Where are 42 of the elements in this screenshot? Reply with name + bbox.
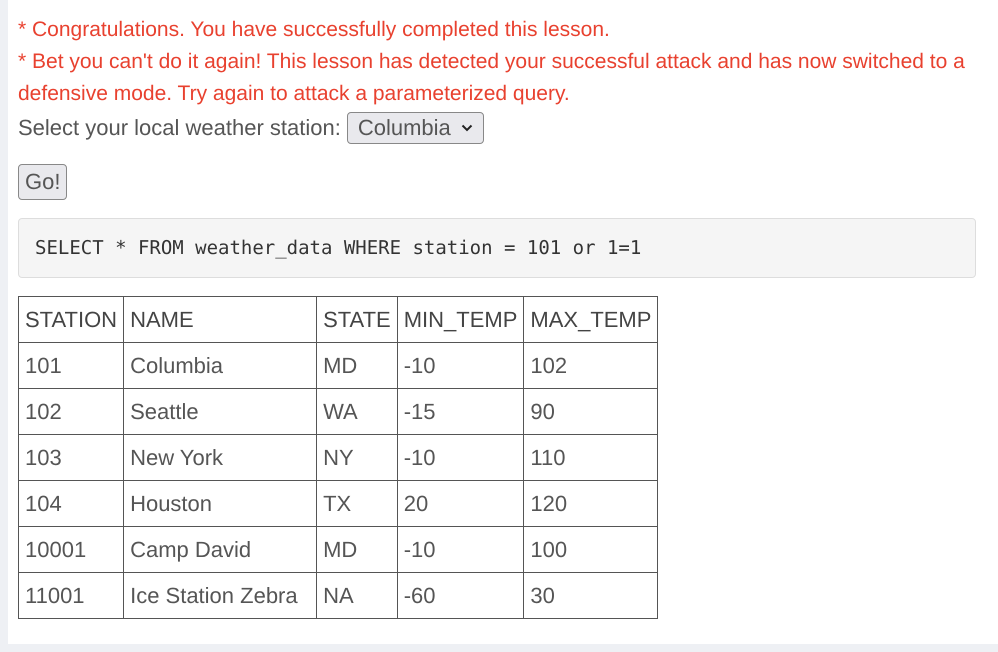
table-cell: 110 — [524, 434, 658, 480]
table-cell: MD — [316, 342, 398, 388]
column-header: STATE — [316, 296, 398, 342]
table-cell: -60 — [397, 572, 524, 618]
table-cell: Ice Station Zebra — [124, 572, 317, 618]
table-cell: WA — [316, 388, 398, 434]
table-cell: 30 — [524, 572, 658, 618]
table-cell: Seattle — [124, 388, 317, 434]
station-label: Select your local weather station: — [18, 115, 341, 141]
success-message: * Congratulations. You have successfully completed this lesson. — [18, 17, 611, 43]
table-cell: 102 — [18, 388, 124, 434]
table-cell: 102 — [524, 342, 658, 388]
success-message: * Bet you can't do it again! This lesson has detected your successful attack and has now switched to a defensive mode. Try again to attack a parameterized query. — [18, 49, 966, 107]
table-cell: 20 — [397, 480, 524, 526]
table-cell: MD — [316, 526, 398, 572]
table-cell: Camp David — [124, 526, 317, 572]
sql-query: SELECT * FROM weather_data WHERE station = 101 or 1=1 — [18, 218, 976, 278]
column-header: MAX_TEMP — [524, 296, 658, 342]
go-button[interactable]: Go! — [18, 164, 68, 200]
station-dropdown[interactable]: Columbia — [346, 112, 484, 144]
column-header: NAME — [124, 296, 317, 342]
table-cell: New York — [124, 434, 317, 480]
table-cell: 120 — [524, 480, 658, 526]
table-cell: NA — [316, 572, 398, 618]
table-cell: -15 — [397, 388, 524, 434]
table-cell: Houston — [124, 480, 317, 526]
table-cell: Columbia — [124, 342, 317, 388]
column-header: STATION — [18, 296, 124, 342]
table-cell: -10 — [397, 342, 524, 388]
table-cell: 11001 — [18, 572, 124, 618]
table-cell: NY — [316, 434, 398, 480]
column-header: MIN_TEMP — [397, 296, 524, 342]
table-cell: 104 — [18, 480, 124, 526]
table-cell: 90 — [524, 388, 658, 434]
table-cell: 100 — [524, 526, 658, 572]
table-cell: 10001 — [18, 526, 124, 572]
chevron-down-icon — [460, 124, 473, 132]
table-cell: 101 — [18, 342, 124, 388]
table-cell: 103 — [18, 434, 124, 480]
table-cell: TX — [316, 480, 398, 526]
table-cell: -10 — [397, 526, 524, 572]
table-cell: -10 — [397, 434, 524, 480]
